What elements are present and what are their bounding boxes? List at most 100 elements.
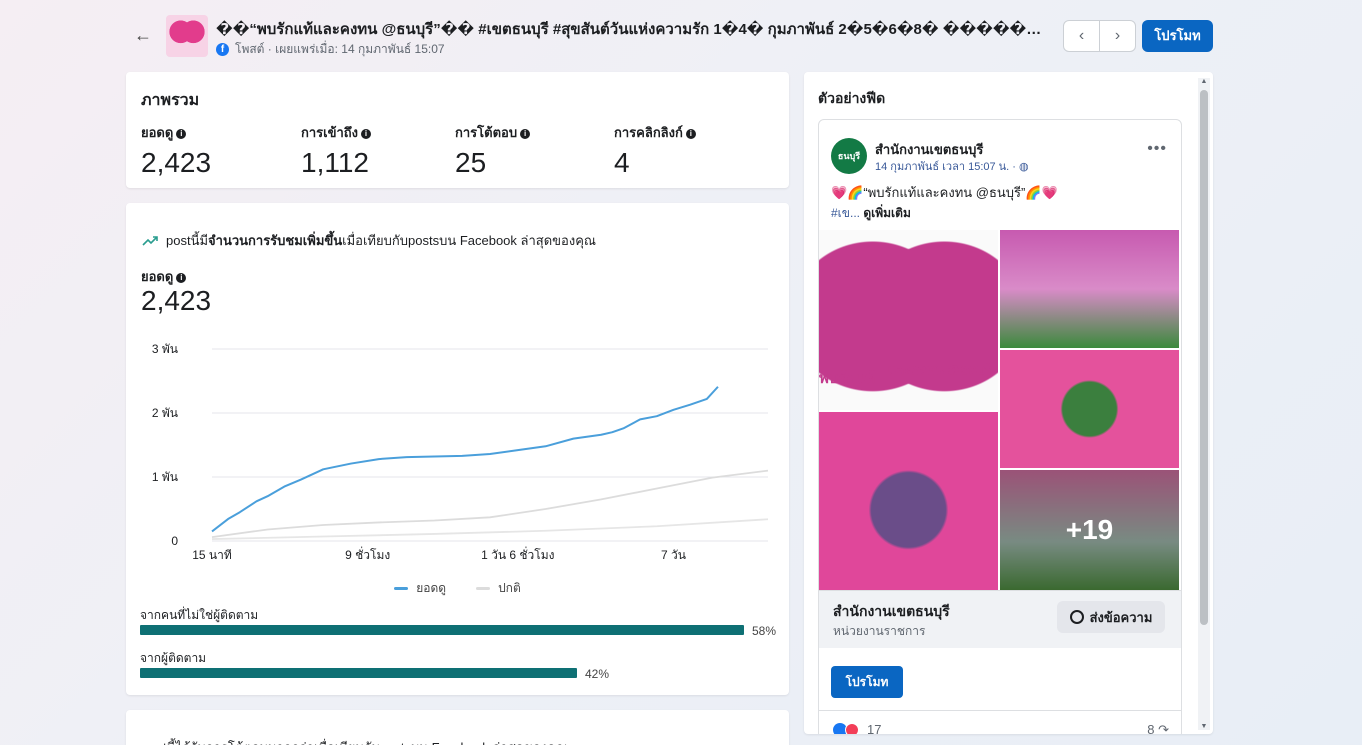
send-message-button[interactable]: ส่งข้อความ — [1057, 601, 1165, 633]
views-value: 2,423 — [141, 285, 212, 316]
love-reaction-icon — [845, 723, 859, 734]
post-title: ��“พบรักแท้และคงทน @ธนบุรี”�� #เขตธนบุรี… — [216, 21, 1052, 38]
post-published-label: โพสต์ · เผยแพร่เมื่อ: 14 กุมภาพันธ์ 15:0… — [235, 42, 445, 56]
promote-post-button[interactable]: โปรโมท — [831, 666, 903, 698]
info-icon[interactable]: i — [176, 129, 187, 139]
info-icon[interactable]: i — [520, 129, 531, 139]
photo-4[interactable] — [1000, 350, 1179, 468]
post-preview: ธนบุรี สำนักงานเขตธนบุรี 14 กุมภาพันธ์ เ… — [818, 119, 1182, 734]
photo-grid: พบรักแท้ และคงทน @ธนบุรี +19 — [819, 230, 1181, 590]
photo-3[interactable] — [819, 412, 998, 590]
x-tick-label: 15 นาที — [192, 548, 232, 562]
metric-views: ยอดดู i 2,423 — [141, 122, 211, 179]
x-tick-label: 1 วัน 6 ชั่วโมง — [481, 546, 554, 562]
info-icon[interactable]: i — [361, 129, 372, 139]
metric-link-clicks-label: การคลิกลิงก์ — [614, 125, 683, 140]
photo-1[interactable]: พบรักแท้ และคงทน @ธนบุรี — [819, 230, 998, 410]
engagement-trend-text: postนี้ได้รับการโต้ตอบมากกว่าเมื่อเทียบก… — [142, 737, 568, 745]
more-options-icon[interactable]: ••• — [1147, 140, 1167, 158]
typical-lower-series-line — [211, 518, 769, 540]
views-performance-card: postนี้มีจำนวนการรับชมเพิ่มขึ้นเมื่อเทีย… — [126, 203, 789, 695]
legend-label: ปกติ — [498, 581, 521, 595]
more-photos-count[interactable]: +19 — [1000, 470, 1179, 590]
views-line-chart: 0 1 พัน 2 พัน 3 พัน 15 นาที 9 ชั่วโมง 1 วัน 6 … — [152, 342, 769, 562]
back-arrow-icon[interactable]: ← — [132, 24, 154, 46]
y-tick-label: 3 พัน — [152, 342, 178, 356]
follower-percent: 42% — [585, 667, 610, 681]
info-icon[interactable]: i — [685, 129, 696, 139]
follower-bar — [140, 668, 577, 678]
page-box-name[interactable]: สำนักงานเขตธนบุรี — [833, 601, 950, 623]
engagement-card: postนี้ได้รับการโต้ตอบมากกว่าเมื่อเทียบก… — [126, 710, 789, 745]
facebook-icon: f — [216, 43, 229, 56]
legend-label: ยอดดู — [416, 581, 447, 595]
feed-preview-panel: ตัวอย่างฟีด ธนบุรี สำนักงานเขตธนบุรี 14 … — [804, 72, 1213, 734]
post-timestamp[interactable]: 14 กุมภาพันธ์ เวลา 15:07 น. · — [875, 161, 1016, 173]
overview-card: ภาพรวม ยอดดู i 2,423 การเข้าถึง i 1,112 กา… — [126, 72, 789, 188]
metric-reach: การเข้าถึง i 1,112 — [301, 122, 372, 179]
chart-legend: ยอดดู ปกติ — [126, 579, 789, 598]
preview-scrollbar[interactable]: ▲ ▼ — [1198, 78, 1210, 730]
chevron-left-icon[interactable]: ‹ — [1064, 21, 1100, 51]
globe-icon: ◍ — [1019, 161, 1029, 173]
post-text: 💗🌈“พบรักแท้และคงทน @ธนบุรี”🌈💗 — [831, 185, 1058, 200]
shares-count[interactable]: 8 — [1147, 722, 1154, 734]
metric-link-clicks-value: 4 — [614, 147, 630, 178]
page-info-box: สำนักงานเขตธนบุรี หน่วยงานราชการ ส่งข้อค… — [819, 590, 1181, 648]
trend-message: postนี้มีจำนวนการรับชมเพิ่มขึ้นเมื่อเทีย… — [142, 230, 596, 251]
views-label: ยอดดู — [141, 269, 174, 284]
legend-swatch — [394, 587, 409, 591]
promote-button[interactable]: โปรโมท — [1142, 20, 1213, 52]
trend-prefix: postนี้มี — [166, 233, 209, 248]
x-tick-label: 7 วัน — [661, 548, 686, 562]
typical-series-line — [211, 469, 769, 539]
overview-title: ภาพรวม — [141, 92, 200, 109]
metric-engagement: การโต้ตอบ i 25 — [455, 122, 531, 179]
photo-2[interactable] — [1000, 230, 1179, 348]
metric-reach-value: 1,112 — [301, 147, 369, 178]
page-category: หน่วยงานราชการ — [833, 624, 926, 638]
scroll-down-icon[interactable]: ▼ — [1198, 723, 1210, 730]
trend-suffix: เมื่อเทียบกับpostsบน Facebook ล่าสุดของค… — [342, 233, 596, 248]
non-follower-percent: 58% — [752, 624, 777, 638]
views-series-line — [211, 386, 719, 533]
trend-bold: จำนวนการรับชมเพิ่มขึ้น — [208, 233, 343, 248]
non-follower-bar — [140, 625, 744, 635]
follower-label: จากผู้ติดตาม — [140, 651, 207, 665]
scrollbar-thumb[interactable] — [1200, 90, 1208, 625]
feed-preview-title: ตัวอย่างฟีด — [818, 90, 886, 106]
reactions-count[interactable]: 17 — [867, 722, 881, 734]
non-follower-label: จากคนที่ไม่ใช่ผู้ติดตาม — [140, 608, 259, 622]
post-navigation: ‹ › — [1063, 20, 1136, 52]
post-subtitle: f โพสต์ · เผยแพร่เมื่อ: 14 กุมภาพันธ์ 15… — [216, 40, 445, 59]
messenger-icon — [1069, 610, 1084, 624]
photo-caption-left: พบรักแท้ — [819, 370, 876, 387]
metric-views-value: 2,423 — [141, 147, 212, 178]
hashtag-link[interactable]: #เข... — [831, 206, 860, 220]
photo-caption-right: และคงทน @ธนบุรี — [887, 362, 992, 377]
y-tick-label: 2 พัน — [152, 406, 178, 420]
chevron-right-icon[interactable]: › — [1100, 21, 1135, 51]
x-tick-label: 9 ชั่วโมง — [345, 546, 390, 562]
metric-link-clicks: การคลิกลิงก์ i 4 — [614, 122, 696, 179]
legend-item-views[interactable]: ยอดดู — [394, 579, 446, 598]
reactions-row: 17 8 ↷ — [819, 710, 1181, 734]
metric-engagement-value: 25 — [455, 147, 487, 178]
share-icon: ↷ — [1158, 722, 1169, 734]
photo-5[interactable]: +19 — [1000, 470, 1179, 590]
info-icon[interactable]: i — [176, 273, 187, 283]
post-thumbnail — [166, 15, 208, 57]
y-tick-label: 0 — [171, 534, 178, 548]
scroll-up-icon[interactable]: ▲ — [1198, 78, 1210, 85]
legend-swatch — [476, 587, 491, 591]
page-avatar[interactable]: ธนบุรี — [831, 138, 867, 174]
legend-item-typical[interactable]: ปกติ — [476, 579, 521, 598]
metric-engagement-label: การโต้ตอบ — [455, 125, 518, 140]
trending-up-icon — [142, 235, 158, 246]
header-bar: ← ��“พบรักแท้และคงทน @ธนบุรี”�� #เขตธนบุ… — [0, 0, 1362, 72]
see-more-link[interactable]: ดูเพิ่มเติม — [863, 206, 911, 220]
y-tick-label: 1 พัน — [152, 470, 178, 484]
send-message-label: ส่งข้อความ — [1089, 609, 1153, 625]
metric-views-label: ยอดดู — [141, 125, 174, 140]
metric-reach-label: การเข้าถึง — [301, 125, 359, 140]
